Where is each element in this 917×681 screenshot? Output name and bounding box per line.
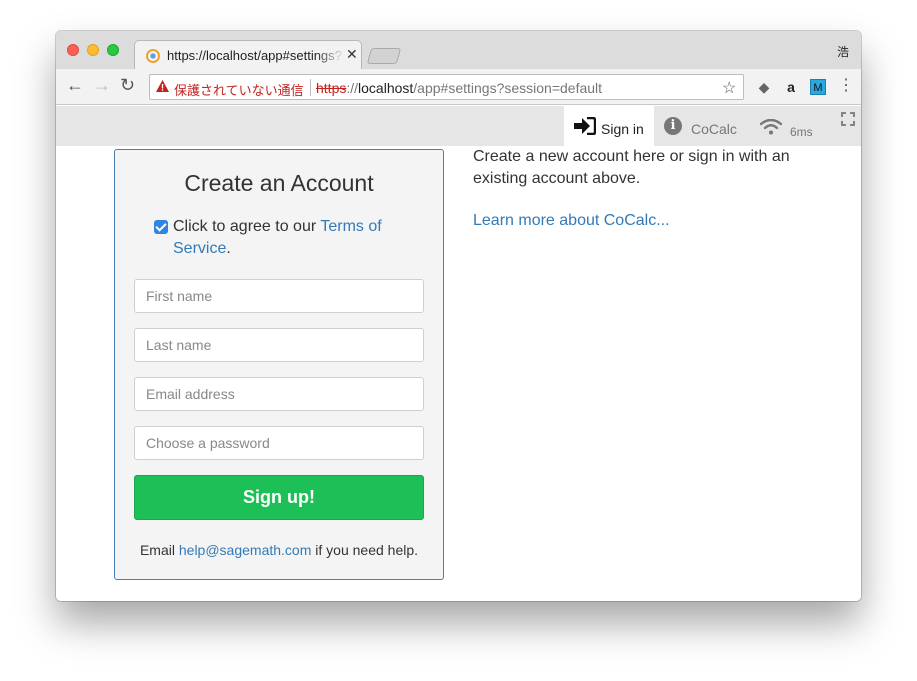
- address-divider: [310, 79, 311, 96]
- app-content: Create an Account Click to agree to our …: [56, 146, 861, 601]
- tab-strip: https://localhost/app#settings?session=d…: [56, 31, 861, 70]
- wifi-icon: [760, 119, 782, 135]
- close-window-button[interactable]: [67, 44, 79, 56]
- help-text: Email help@sagemath.com if you need help…: [139, 542, 419, 558]
- url-text[interactable]: https://localhost/app#settings?session=d…: [316, 80, 602, 96]
- bookmark-star-icon[interactable]: ☆: [722, 78, 736, 98]
- back-button[interactable]: ←: [66, 76, 84, 94]
- maximize-window-button[interactable]: [107, 44, 119, 56]
- terms-label: Click to agree to our Terms of Service.: [173, 218, 382, 257]
- browser-tab[interactable]: https://localhost/app#settings?session=d…: [134, 40, 362, 70]
- card-title: Create an Account: [184, 170, 374, 196]
- email-input[interactable]: [134, 377, 424, 411]
- new-tab-button[interactable]: [366, 48, 402, 64]
- sign-in-icon: [574, 117, 596, 135]
- browser-toolbar: ← → ↻ 保護されていない通信 https://localhost/app#s…: [56, 69, 861, 105]
- browser-menu-icon[interactable]: ⋮: [838, 77, 854, 95]
- url-path: /app#settings?session=default: [413, 80, 603, 96]
- forward-button[interactable]: →: [93, 76, 111, 94]
- amazon-icon[interactable]: a: [783, 79, 799, 95]
- nav-sign-in[interactable]: Sign in: [564, 106, 654, 146]
- app-top-nav: Sign in i CoCalc 6ms: [56, 106, 861, 146]
- address-bar[interactable]: 保護されていない通信 https://localhost/app#setting…: [149, 74, 744, 100]
- fullscreen-icon[interactable]: [841, 112, 855, 126]
- browser-window: https://localhost/app#settings?session=d…: [56, 31, 861, 601]
- m-extension-icon[interactable]: M: [810, 79, 826, 95]
- cocalc-label: CoCalc: [691, 121, 737, 137]
- sign-in-label: Sign in: [601, 121, 644, 137]
- url-separator: ://: [346, 80, 359, 96]
- create-account-card: Create an Account Click to agree to our …: [114, 149, 444, 580]
- terms-checkbox[interactable]: [154, 220, 168, 234]
- security-status[interactable]: 保護されていない通信: [174, 80, 304, 99]
- signup-info-text: Create a new account here or sign in wit…: [473, 148, 790, 187]
- tab-close-button[interactable]: ✕: [346, 46, 358, 63]
- warning-icon: [156, 80, 169, 92]
- url-scheme: https: [316, 80, 347, 96]
- evernote-icon[interactable]: ◆: [756, 79, 772, 95]
- help-email-link[interactable]: help@sagemath.com: [179, 542, 312, 558]
- minimize-window-button[interactable]: [87, 44, 99, 56]
- reload-button[interactable]: ↻: [120, 76, 135, 94]
- profile-button[interactable]: 浩: [837, 43, 849, 60]
- first-name-input[interactable]: [134, 279, 424, 313]
- sign-up-button[interactable]: Sign up!: [134, 475, 424, 520]
- ping-label: 6ms: [790, 125, 813, 139]
- password-input[interactable]: [134, 426, 424, 460]
- favicon-icon: [146, 49, 160, 63]
- info-icon: i: [664, 117, 682, 135]
- last-name-input[interactable]: [134, 328, 424, 362]
- url-host: localhost: [358, 80, 414, 96]
- learn-more-link[interactable]: Learn more about CoCalc...: [473, 210, 670, 232]
